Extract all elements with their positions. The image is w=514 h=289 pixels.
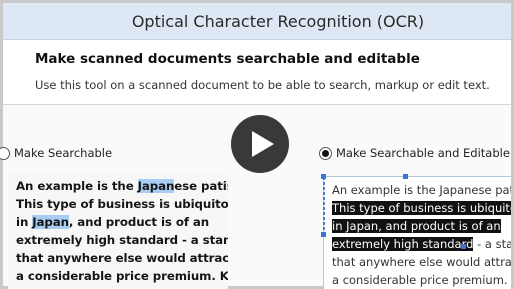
make-searchable-label: Make Searchable	[14, 146, 113, 160]
page-heading: Make scanned documents searchable and ed…	[35, 51, 420, 67]
window-title: Optical Character Recognition (OCR)	[131, 11, 425, 31]
resize-handle-right[interactable]	[461, 244, 466, 249]
play-button[interactable]	[231, 115, 289, 173]
resize-handle-bottom-left[interactable]	[321, 232, 326, 237]
resize-handle-top-left[interactable]	[321, 174, 326, 179]
scan-line: extremely high standard - a standard	[16, 233, 228, 247]
ocr-line: in Japan, and product is of an	[332, 219, 501, 233]
ocr-line: An example is the Japanese patisserie.	[332, 183, 511, 197]
text-selection[interactable]: extremely high standard	[332, 237, 474, 251]
make-searchable-editable-label: Make Searchable and Editable	[336, 146, 510, 160]
text-selection[interactable]: This type of business is ubiquitous	[332, 201, 511, 215]
selection-box	[323, 177, 325, 235]
title-bar: Optical Character Recognition (OCR)	[3, 3, 511, 40]
search-highlight: Japan	[32, 215, 69, 229]
ocr-line: a considerable price premium. Key	[332, 273, 511, 287]
radio-selected-icon[interactable]	[319, 146, 332, 160]
ocr-text-preview: An example is the Japanese patisserie. T…	[323, 176, 511, 289]
scan-line: that anywhere else would attract	[16, 251, 228, 265]
page-description: Use this tool on a scanned document to b…	[35, 78, 490, 92]
search-highlight: Japan	[137, 179, 175, 193]
ocr-line: extremely high standard - a standard	[332, 237, 511, 251]
play-icon	[251, 131, 274, 157]
scan-line: a considerable price premium. Key	[16, 269, 228, 283]
text-selection[interactable]: in Japan, and product is of an	[332, 219, 501, 233]
ocr-line: This type of business is ubiquitous	[332, 201, 511, 215]
scanned-document-preview: An example is the Japanese patisserie. T…	[8, 173, 228, 289]
make-searchable-option[interactable]: Make Searchable	[0, 146, 113, 160]
scan-line: in Japan, and product is of an	[16, 215, 210, 229]
scan-line: An example is the Japanese patisserie.	[16, 179, 228, 193]
resize-handle-top-mid[interactable]	[403, 174, 408, 179]
ocr-line: that anywhere else would attract	[332, 255, 511, 269]
radio-unselected-icon[interactable]	[0, 146, 10, 160]
make-searchable-editable-option[interactable]: Make Searchable and Editable	[319, 146, 510, 160]
scan-line: This type of business is ubiquitous	[16, 197, 228, 211]
